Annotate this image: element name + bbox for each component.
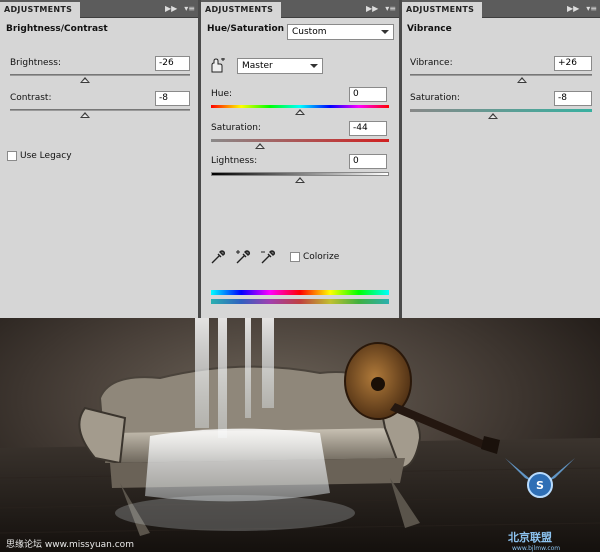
- panel-tab-bar: ADJUSTMENTS ▶▶ ▾≡: [402, 0, 600, 18]
- sofa-scene-image: S: [0, 318, 600, 552]
- chevron-down-icon: [381, 30, 389, 34]
- output-spectrum-bar: [211, 299, 389, 304]
- saturation-slider-thumb[interactable]: [255, 143, 265, 149]
- vibrance-slider-thumb[interactable]: [517, 77, 527, 83]
- hue-field[interactable]: 0: [349, 87, 387, 102]
- saturation-field[interactable]: -44: [349, 121, 387, 136]
- hue-track[interactable]: [211, 105, 389, 108]
- contrast-field[interactable]: -8: [155, 91, 190, 106]
- watermark-footer: 思缘论坛 www.missyuan.com 北京联盟 www.bjlmw.com: [0, 531, 600, 552]
- brightness-slider-thumb[interactable]: [80, 77, 90, 83]
- hue-saturation-panel: ADJUSTMENTS ▶▶ ▾≡ Hue/Saturation Custom …: [201, 0, 399, 318]
- brightness-contrast-panel: ADJUSTMENTS ▶▶ ▾≡ Brightness/Contrast Br…: [0, 0, 198, 318]
- panel-title: Brightness/Contrast: [6, 24, 108, 34]
- panel-tab-bar: ADJUSTMENTS ▶▶ ▾≡: [0, 0, 198, 18]
- logo-subtext: www.bjlmw.com: [512, 545, 561, 552]
- eyedropper-icon[interactable]: [210, 249, 226, 265]
- lightness-slider-thumb[interactable]: [295, 177, 305, 183]
- colorize-label: Colorize: [303, 252, 340, 262]
- saturation-track[interactable]: [211, 139, 389, 142]
- contrast-track[interactable]: [10, 109, 190, 111]
- saturation-label: Saturation:: [211, 123, 261, 133]
- tab-adjustments[interactable]: ADJUSTMENTS: [0, 2, 80, 18]
- collapse-icon[interactable]: ▶▶: [366, 3, 378, 15]
- use-legacy-checkbox[interactable]: [7, 151, 17, 161]
- vibrance-saturation-field[interactable]: -8: [554, 91, 592, 106]
- lightness-track[interactable]: [211, 172, 389, 176]
- panel-title: Hue/Saturation: [207, 24, 285, 34]
- targeted-adjustment-hand-icon[interactable]: [208, 58, 226, 74]
- vibrance-label: Vibrance:: [410, 58, 453, 68]
- collapse-icon[interactable]: ▶▶: [567, 3, 579, 15]
- channel-select[interactable]: Master: [237, 58, 323, 74]
- vibrance-saturation-track[interactable]: [410, 109, 592, 112]
- collapse-icon[interactable]: ▶▶: [165, 3, 177, 15]
- eyedropper-minus-icon[interactable]: [260, 249, 276, 265]
- vibrance-saturation-slider-thumb[interactable]: [488, 113, 498, 119]
- brightness-track[interactable]: [10, 74, 190, 76]
- adjustment-panels: ADJUSTMENTS ▶▶ ▾≡ Brightness/Contrast Br…: [0, 0, 600, 318]
- tab-adjustments[interactable]: ADJUSTMENTS: [201, 2, 281, 18]
- svg-text:S: S: [536, 479, 544, 492]
- tab-adjustments[interactable]: ADJUSTMENTS: [402, 2, 482, 18]
- forum-watermark-text: 思缘论坛 www.missyuan.com: [6, 540, 134, 550]
- chevron-down-icon: [310, 64, 318, 68]
- lightness-label: Lightness:: [211, 156, 258, 166]
- colorize-checkbox[interactable]: [290, 252, 300, 262]
- panel-tab-bar: ADJUSTMENTS ▶▶ ▾≡: [201, 0, 399, 18]
- logo-text: 北京联盟: [508, 531, 552, 544]
- preset-value: Custom: [292, 27, 327, 37]
- hue-label: Hue:: [211, 89, 233, 99]
- hue-slider-thumb[interactable]: [295, 109, 305, 115]
- input-spectrum-bar: [211, 290, 389, 295]
- eyedropper-plus-icon[interactable]: [235, 249, 251, 265]
- lightness-field[interactable]: 0: [349, 154, 387, 169]
- contrast-slider-thumb[interactable]: [80, 112, 90, 118]
- use-legacy-label: Use Legacy: [20, 151, 72, 161]
- vibrance-field[interactable]: +26: [554, 56, 592, 71]
- panel-menu-icon[interactable]: ▾≡: [181, 3, 195, 15]
- vibrance-panel: ADJUSTMENTS ▶▶ ▾≡ Vibrance Vibrance: +26…: [402, 0, 600, 318]
- panel-menu-icon[interactable]: ▾≡: [583, 3, 597, 15]
- vibrance-saturation-label: Saturation:: [410, 93, 460, 103]
- preview-photo: S 思缘论坛 www.missyuan.com 北京联盟 www.bjlmw.c…: [0, 318, 600, 552]
- contrast-label: Contrast:: [10, 93, 52, 103]
- panel-title: Vibrance: [407, 24, 452, 34]
- channel-value: Master: [242, 61, 273, 71]
- preset-select[interactable]: Custom: [287, 24, 394, 40]
- brightness-label: Brightness:: [10, 58, 61, 68]
- vibrance-track[interactable]: [410, 74, 592, 76]
- brightness-field[interactable]: -26: [155, 56, 190, 71]
- panel-menu-icon[interactable]: ▾≡: [382, 3, 396, 15]
